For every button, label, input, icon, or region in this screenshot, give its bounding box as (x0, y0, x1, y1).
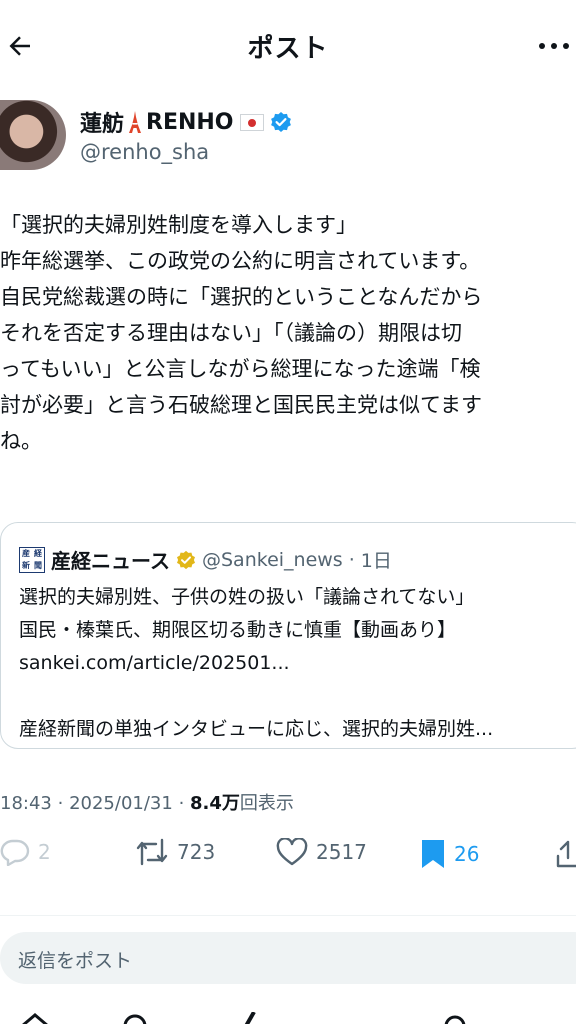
logo-char: 新 (22, 560, 30, 570)
reply-count: 2 (38, 840, 51, 864)
avatar[interactable] (0, 100, 66, 170)
post-date: 2025/01/31 (69, 793, 173, 814)
post-time: 18:43 (0, 793, 52, 814)
more-horizontal-icon (539, 43, 569, 49)
post-text-line: ってもいい」と公言しながら総理になった途端「検 (0, 357, 481, 381)
bookmark-button[interactable]: 26 (420, 838, 479, 870)
heart-icon (276, 838, 308, 866)
search-icon[interactable] (120, 1012, 150, 1024)
bookmark-filled-icon (422, 840, 444, 868)
post-author: 蓮舫 RENHO @renho_sha (0, 100, 576, 172)
quoted-post-time: 1日 (360, 550, 392, 572)
repost-count: 723 (177, 840, 216, 864)
quoted-author-name: 産経ニュース (51, 549, 170, 573)
verified-badge-icon (270, 112, 291, 132)
logo-char: 経 (34, 548, 42, 558)
post-text-line: 自民党総裁選の時に「選択的ということなんだから (0, 285, 483, 309)
logo-char: 聞 (34, 560, 42, 570)
post-text-line: 討が必要」と言う石破総理と国民民主党は似てます (0, 393, 482, 417)
repost-icon (136, 838, 168, 866)
reply-placeholder: 返信をポスト (18, 950, 133, 972)
post-text-line: 「選択的夫婦別姓制度を導入します」 (0, 213, 357, 237)
post-text-line: 昨年総選挙、この政党の公約に明言されています。 (0, 249, 481, 273)
display-name-text: 蓮舫 (80, 112, 125, 137)
japan-flag-icon (239, 113, 264, 131)
like-count: 2517 (316, 840, 367, 864)
like-button[interactable]: 2517 (276, 838, 367, 866)
profile-icon[interactable] (440, 1012, 470, 1024)
bookmark-count: 26 (454, 842, 480, 866)
sankei-logo: 産 経 新 聞 (19, 546, 45, 573)
separator-dot: · (348, 548, 355, 571)
page-title: ポスト (247, 34, 329, 64)
display-name[interactable]: 蓮舫 RENHO (80, 106, 292, 138)
logo-char: 産 (22, 548, 30, 558)
action-bar: 2 723 2517 26 (0, 832, 576, 882)
post-text: 「選択的夫婦別姓制度を導入します」 昨年総選挙、この政党の公約に明言されています… (0, 207, 576, 459)
post-text-line: ね。 (0, 429, 42, 453)
quoted-post-body: 選択的夫婦別姓、子供の姓の扱い「議論されてない」 国民・榛葉氏、期限区切る動きに… (19, 581, 493, 746)
quoted-author-handle: @Sankei_news (202, 548, 343, 571)
grok-icon[interactable] (236, 1012, 266, 1024)
separator-dot: · (57, 793, 64, 814)
reply-button[interactable]: 2 (0, 838, 51, 866)
divider (0, 915, 576, 916)
quoted-snippet: 産経新聞の単独インタビューに応じ、選択的夫婦別姓... (19, 718, 494, 740)
separator-dot: · (178, 793, 185, 814)
gold-verified-badge-icon (177, 550, 195, 569)
quoted-post-card[interactable]: 産 経 新 聞 産経ニュース @Sankei_news · 1日 選択的夫婦別姓… (0, 522, 576, 749)
header: ポスト (0, 0, 576, 90)
view-count[interactable]: 8.4万 (190, 793, 240, 814)
post-text-line: それを否定する理由はない」「（議論の）期限は切 (0, 321, 462, 345)
quoted-post-header: 産 経 新 聞 産経ニュース @Sankei_news · 1日 (19, 545, 392, 574)
home-icon[interactable] (20, 1012, 50, 1024)
display-name-suffix: RENHO (146, 109, 234, 135)
post-meta: 18:43 · 2025/01/31 · 8.4万回表示 (0, 789, 294, 815)
user-handle[interactable]: @renho_sha (80, 140, 209, 164)
view-label: 回表示 (239, 793, 294, 814)
repost-button[interactable]: 723 (135, 838, 215, 866)
quoted-text-line: 選択的夫婦別姓、子供の姓の扱い「議論されてない」 (19, 586, 475, 608)
more-button[interactable] (534, 28, 574, 64)
reply-input[interactable]: 返信をポスト (0, 932, 576, 984)
tokyo-tower-icon (129, 111, 142, 133)
bottom-tab-bar (0, 1004, 576, 1024)
quoted-text-line: 国民・榛葉氏、期限区切る動きに慎重【動画あり】 (19, 619, 457, 641)
share-button[interactable] (556, 838, 576, 868)
share-icon (556, 840, 576, 868)
reply-icon (0, 839, 30, 866)
quoted-link[interactable]: sankei.com/article/202501... (19, 647, 493, 680)
